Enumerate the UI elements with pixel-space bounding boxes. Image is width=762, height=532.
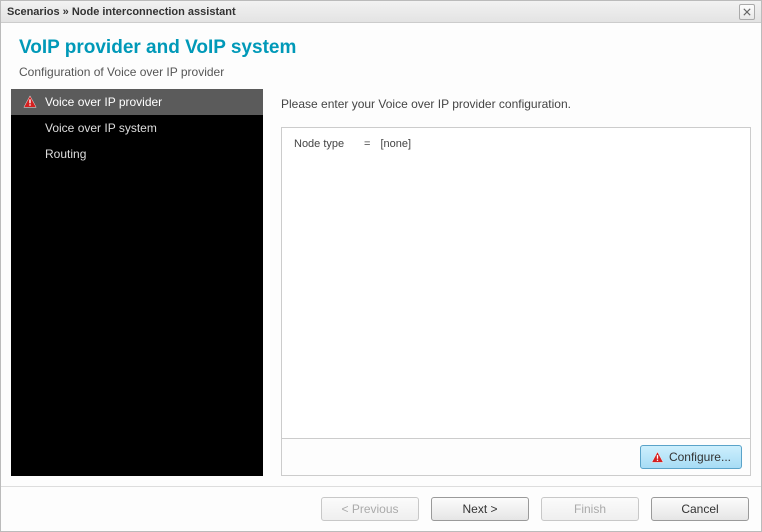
close-button[interactable] <box>739 4 755 20</box>
sidebar: Voice over IP provider Voice over IP sys… <box>11 89 263 476</box>
page-title: VoIP provider and VoIP system <box>19 37 743 59</box>
sidebar-item-voip-provider[interactable]: Voice over IP provider <box>11 89 263 115</box>
config-equals: = <box>364 138 370 150</box>
config-key: Node type <box>294 138 354 150</box>
sidebar-item-label: Routing <box>45 147 253 161</box>
body: Voice over IP provider Voice over IP sys… <box>1 89 761 486</box>
sidebar-item-label: Voice over IP system <box>45 121 253 135</box>
previous-button: < Previous <box>321 497 419 521</box>
wizard-window: Scenarios » Node interconnection assista… <box>0 0 762 532</box>
sidebar-item-voip-system[interactable]: Voice over IP system <box>11 115 263 141</box>
warning-icon <box>651 451 664 464</box>
configure-button[interactable]: Configure... <box>640 445 742 469</box>
window-title: Scenarios » Node interconnection assista… <box>7 6 236 18</box>
config-box: Node type = [none] <box>281 127 751 439</box>
config-line-node-type: Node type = [none] <box>294 138 738 150</box>
titlebar: Scenarios » Node interconnection assista… <box>1 1 761 23</box>
finish-button-label: Finish <box>574 502 606 516</box>
close-icon <box>743 8 751 16</box>
sidebar-item-label: Voice over IP provider <box>45 95 253 109</box>
header: VoIP provider and VoIP system Configurat… <box>1 23 761 89</box>
cancel-button-label: Cancel <box>681 502 718 516</box>
cancel-button[interactable]: Cancel <box>651 497 749 521</box>
config-value: [none] <box>380 138 411 150</box>
previous-button-label: < Previous <box>341 502 398 516</box>
config-actions: Configure... <box>281 439 751 476</box>
footer: < Previous Next > Finish Cancel <box>1 486 761 531</box>
configure-button-label: Configure... <box>669 450 731 464</box>
next-button-label: Next > <box>462 502 497 516</box>
next-button[interactable]: Next > <box>431 497 529 521</box>
page-subtitle: Configuration of Voice over IP provider <box>19 65 743 79</box>
sidebar-item-routing[interactable]: Routing <box>11 141 263 167</box>
finish-button: Finish <box>541 497 639 521</box>
content: Please enter your Voice over IP provider… <box>263 89 751 486</box>
instruction-text: Please enter your Voice over IP provider… <box>281 95 751 111</box>
warning-icon <box>23 95 37 109</box>
